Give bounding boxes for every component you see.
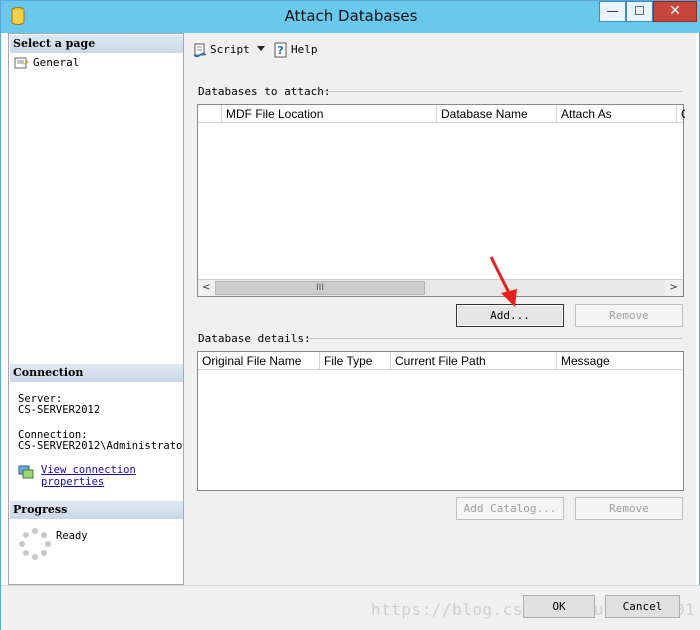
close-button[interactable]: ✕: [653, 1, 697, 22]
server-value: CS-SERVER2012: [18, 404, 101, 416]
page-item-label: General: [33, 56, 80, 69]
add-catalog-button[interactable]: Add Catalog...: [456, 497, 564, 520]
maximize-button[interactable]: ☐: [626, 1, 653, 22]
right-pane: Script ? Help Databases to attach: MDF F…: [184, 33, 696, 585]
column-header-message[interactable]: Message: [557, 352, 683, 370]
dialog-footer: https://blog.csdn.net/u012957701 OK Canc…: [1, 585, 700, 630]
help-icon: ?: [274, 42, 287, 58]
script-dropdown-arrow-icon[interactable]: [257, 46, 265, 51]
database-details-label: Database details:: [198, 332, 311, 345]
page-general-icon: [14, 57, 28, 68]
grid-header: MDF File Location Database Name Attach A…: [198, 105, 685, 123]
window-title: Attach Databases: [284, 7, 418, 25]
database-details-grid[interactable]: Original File Name File Type Current Fil…: [197, 351, 684, 491]
progress-spinner-icon: [19, 528, 51, 560]
view-connection-properties-link[interactable]: View connection properties: [41, 464, 136, 488]
remove-database-button[interactable]: Remove: [575, 304, 683, 327]
column-header-owner[interactable]: O: [677, 105, 685, 123]
script-button[interactable]: Script: [192, 41, 250, 59]
progress-status: Ready: [56, 530, 88, 542]
remove-detail-button[interactable]: Remove: [575, 497, 683, 520]
connection-value: CS-SERVER2012\Administrator: [18, 440, 189, 452]
page-item-general[interactable]: General: [14, 55, 79, 71]
group-divider: [306, 338, 682, 339]
svg-text:?: ?: [277, 44, 283, 57]
scroll-left-icon[interactable]: <: [198, 280, 215, 296]
add-button[interactable]: Add...: [456, 304, 564, 327]
view-connection-icon: [18, 465, 34, 479]
databases-to-attach-grid[interactable]: MDF File Location Database Name Attach A…: [197, 104, 685, 297]
script-icon: [193, 43, 207, 58]
progress-header: Progress: [10, 501, 183, 519]
connection-header: Connection: [10, 364, 183, 382]
group-divider: [324, 91, 682, 92]
column-header-mdf-file-location[interactable]: MDF File Location: [222, 105, 437, 123]
scroll-right-icon[interactable]: >: [665, 280, 682, 296]
column-header-attach-as[interactable]: Attach As: [557, 105, 677, 123]
column-header-database-name[interactable]: Database Name: [437, 105, 557, 123]
attach-databases-window: Attach Databases — ☐ ✕ Select a page Gen…: [0, 0, 700, 630]
scrollbar-thumb[interactable]: III: [215, 281, 425, 295]
left-pane: Select a page General Connection Server:…: [8, 33, 189, 585]
column-header-current-file-path[interactable]: Current File Path: [391, 352, 557, 370]
toolbar: Script ? Help: [184, 33, 696, 66]
cancel-button[interactable]: Cancel: [605, 595, 680, 618]
horizontal-scrollbar[interactable]: < III >: [198, 279, 683, 296]
minimize-button[interactable]: —: [599, 1, 626, 22]
title-bar[interactable]: Attach Databases — ☐ ✕: [1, 1, 700, 33]
databases-to-attach-label: Databases to attach:: [198, 85, 331, 98]
ok-button[interactable]: OK: [523, 595, 595, 618]
select-page-header: Select a page: [10, 35, 183, 53]
help-button[interactable]: ? Help: [273, 41, 318, 59]
column-header-select[interactable]: [198, 105, 222, 123]
column-header-original-file-name[interactable]: Original File Name: [198, 352, 320, 370]
column-header-file-type[interactable]: File Type: [320, 352, 391, 370]
grid-header: Original File Name File Type Current Fil…: [198, 352, 683, 370]
